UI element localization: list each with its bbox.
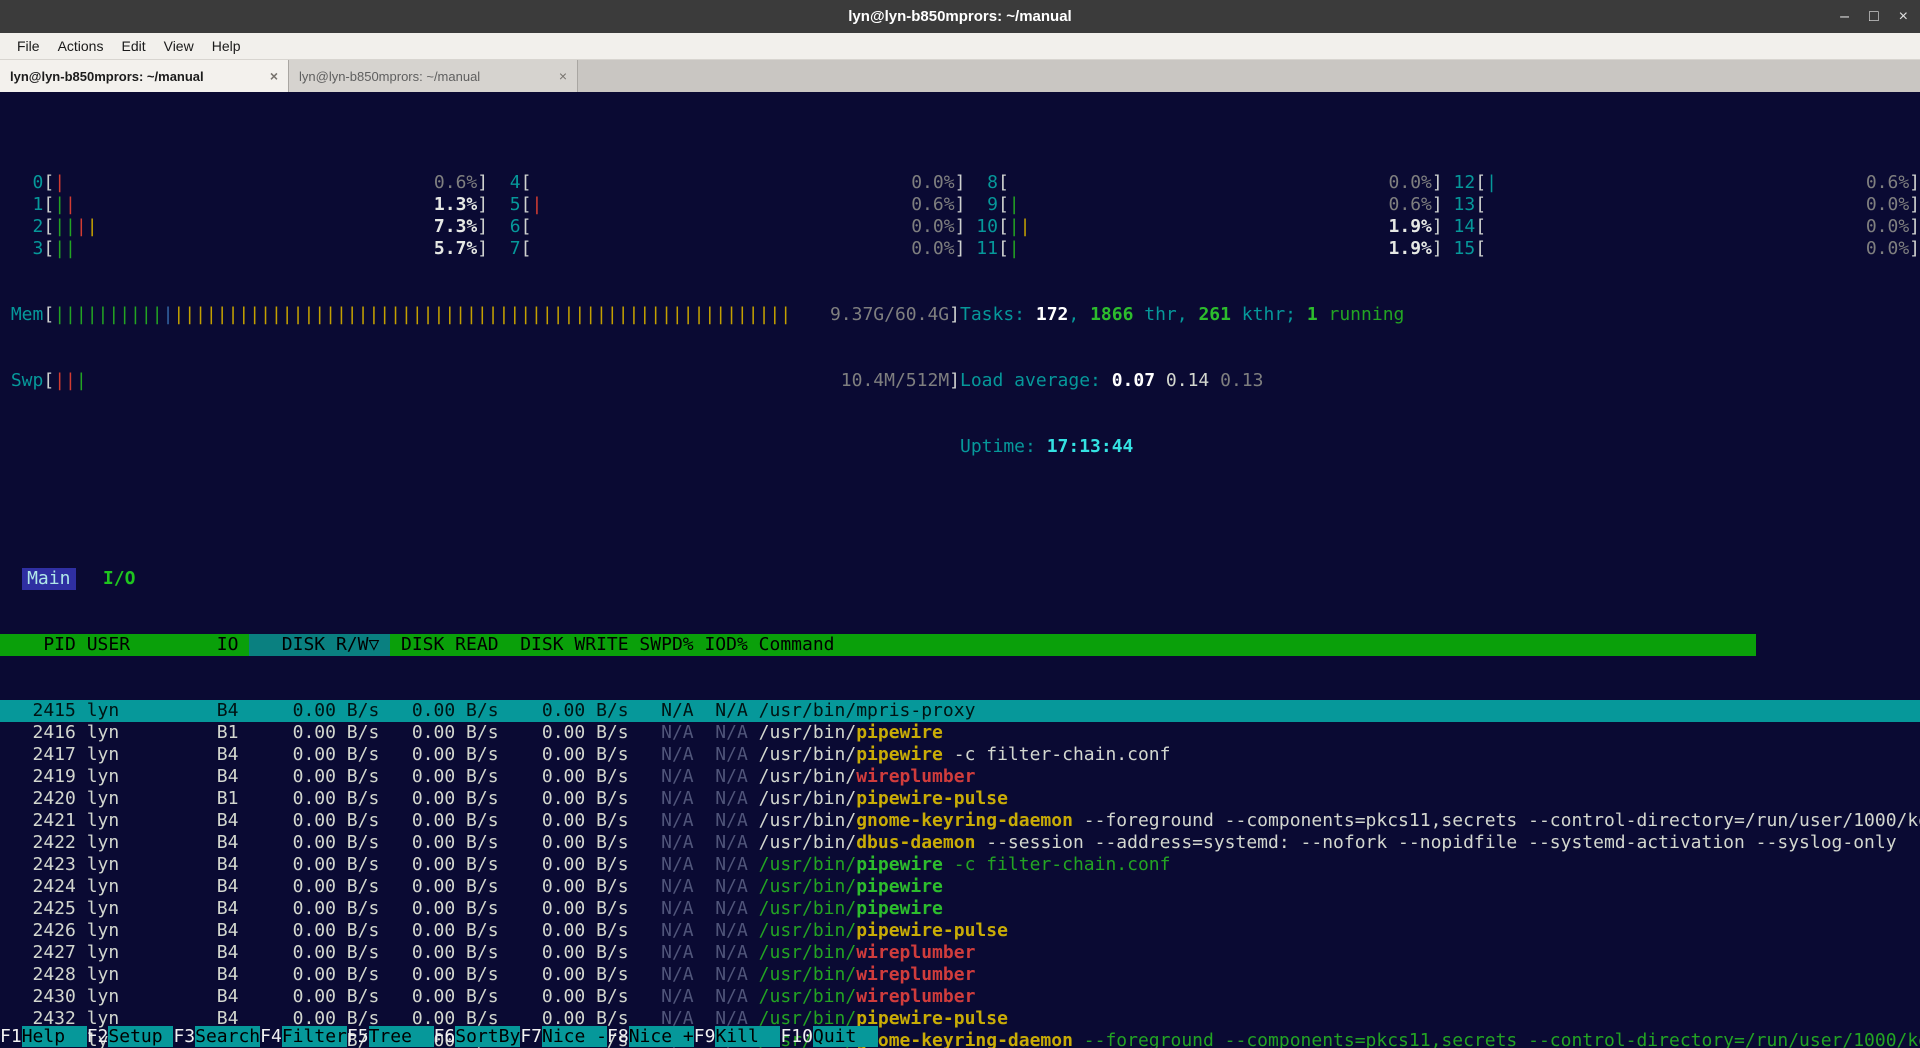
column-header-diskrw[interactable]: DISK R/W▽ bbox=[249, 634, 390, 656]
fkey-f10[interactable]: F10Quit bbox=[780, 1026, 878, 1047]
column-header-diskwrite[interactable]: DISK WRITE bbox=[509, 634, 628, 656]
process-row[interactable]: 2419 lyn B4 0.00 B/s 0.00 B/s 0.00 B/s N… bbox=[0, 766, 1920, 788]
fkey-f1[interactable]: F1Help bbox=[0, 1026, 87, 1047]
cpu-meter-1: 1[||1.3%] bbox=[11, 194, 488, 216]
process-row[interactable]: 2417 lyn B4 0.00 B/s 0.00 B/s 0.00 B/s N… bbox=[0, 744, 1920, 766]
cpu-meter-3: 3[||5.7%] bbox=[11, 238, 488, 260]
fkey-f9[interactable]: F9Kill bbox=[694, 1026, 781, 1047]
process-row[interactable]: 2426 lyn B4 0.00 B/s 0.00 B/s 0.00 B/s N… bbox=[0, 920, 1920, 942]
column-header-command[interactable]: Command bbox=[759, 634, 835, 656]
cpu-meter-4: 4[0.0%] bbox=[488, 172, 965, 194]
minimize-icon[interactable]: – bbox=[1840, 8, 1849, 26]
column-header-pid[interactable]: PID bbox=[0, 634, 87, 656]
column-header-io[interactable]: IO bbox=[195, 634, 249, 656]
tab-title: lyn@lyn-b850mprors: ~/manual bbox=[10, 69, 204, 84]
process-row[interactable]: 2416 lyn B1 0.00 B/s 0.00 B/s 0.00 B/s N… bbox=[0, 722, 1920, 744]
cpu-meter-10: 10[||1.9%] bbox=[965, 216, 1442, 238]
cpu-meter-6: 6[0.0%] bbox=[488, 216, 965, 238]
swap-meter: Swp[|||10.4M/512M] bbox=[0, 370, 960, 392]
screen-tab-io[interactable]: I/O bbox=[98, 568, 141, 590]
tasks-summary: Tasks: 172, 1866 thr, 261 kthr; 1 runnin… bbox=[960, 304, 1920, 326]
fkey-f5[interactable]: F5Tree bbox=[347, 1026, 434, 1047]
window-title: lyn@lyn-b850mprors: ~/manual bbox=[848, 8, 1071, 25]
process-row[interactable]: 2425 lyn B4 0.00 B/s 0.00 B/s 0.00 B/s N… bbox=[0, 898, 1920, 920]
cpu-meter-12: 12[|0.6%] bbox=[1443, 172, 1920, 194]
window-controls: – □ × bbox=[1840, 0, 1908, 33]
cpu-meter-14: 14[0.0%] bbox=[1443, 216, 1920, 238]
function-bar: F1Help F2Setup F3SearchF4FilterF5Tree F6… bbox=[0, 1026, 1920, 1048]
load-average: Load average: 0.07 0.14 0.13 bbox=[960, 370, 1920, 392]
screen-tabs: Main I/O bbox=[0, 568, 1920, 590]
process-row[interactable]: 2428 lyn B4 0.00 B/s 0.00 B/s 0.00 B/s N… bbox=[0, 964, 1920, 986]
column-header-swpd[interactable]: SWPD% bbox=[629, 634, 694, 656]
fkey-f7[interactable]: F7Nice - bbox=[520, 1026, 607, 1047]
tab-close-icon[interactable]: × bbox=[262, 68, 278, 84]
tab-bar: lyn@lyn-b850mprors: ~/manual×lyn@lyn-b85… bbox=[0, 60, 1920, 92]
column-header-diskread[interactable]: DISK READ bbox=[390, 634, 509, 656]
menu-file[interactable]: File bbox=[8, 38, 49, 54]
mem-meter: Mem[||||||||||||||||||||||||||||||||||||… bbox=[11, 304, 960, 326]
terminal-tab-1[interactable]: lyn@lyn-b850mprors: ~/manual × bbox=[0, 60, 289, 92]
process-row[interactable]: 2424 lyn B4 0.00 B/s 0.00 B/s 0.00 B/s N… bbox=[0, 876, 1920, 898]
fkey-f3[interactable]: F3Search bbox=[173, 1026, 260, 1047]
cpu-meter-8: 8[0.0%] bbox=[965, 172, 1442, 194]
cpu-meter-2: 2[||||7.3%] bbox=[11, 216, 488, 238]
process-row[interactable]: 2421 lyn B4 0.00 B/s 0.00 B/s 0.00 B/s N… bbox=[0, 810, 1920, 832]
fkey-f6[interactable]: F6SortBy bbox=[434, 1026, 521, 1047]
terminal-htop: 0[|0.6%] 4[0.0%] 8[0.0%] 12[|0.6%] 1[||1… bbox=[0, 92, 1920, 1048]
swp-meter: Swp[|||10.4M/512M] bbox=[11, 370, 960, 392]
process-row[interactable]: 2415 lyn B4 0.00 B/s 0.00 B/s 0.00 B/s N… bbox=[0, 700, 1920, 722]
window-titlebar[interactable]: lyn@lyn-b850mprors: ~/manual – □ × bbox=[0, 0, 1920, 33]
column-header-user[interactable]: USER bbox=[87, 634, 195, 656]
process-row[interactable]: 2422 lyn B4 0.00 B/s 0.00 B/s 0.00 B/s N… bbox=[0, 832, 1920, 854]
cpu-meter-11: 11[|1.9%] bbox=[965, 238, 1442, 260]
cpu-meter-7: 7[0.0%] bbox=[488, 238, 965, 260]
tab-close-icon[interactable]: × bbox=[551, 68, 567, 84]
process-row[interactable]: 2420 lyn B1 0.00 B/s 0.00 B/s 0.00 B/s N… bbox=[0, 788, 1920, 810]
cpu-meter-0: 0[|0.6%] bbox=[11, 172, 488, 194]
cpu-meter-13: 13[0.0%] bbox=[1443, 194, 1920, 216]
cpu-meter-15: 15[0.0%] bbox=[1443, 238, 1920, 260]
uptime: Uptime: 17:13:44 bbox=[960, 436, 1920, 458]
terminal-tab-2[interactable]: lyn@lyn-b850mprors: ~/manual × bbox=[289, 60, 578, 92]
menu-help[interactable]: Help bbox=[203, 38, 250, 54]
screen-tab-main[interactable]: Main bbox=[22, 568, 76, 590]
process-table: 2415 lyn B4 0.00 B/s 0.00 B/s 0.00 B/s N… bbox=[0, 700, 1920, 1048]
cpu-meters: 0[|0.6%] 4[0.0%] 8[0.0%] 12[|0.6%] 1[||1… bbox=[0, 172, 1920, 260]
memory-meter: Mem[||||||||||||||||||||||||||||||||||||… bbox=[0, 304, 960, 326]
menu-bar: FileActionsEditViewHelp bbox=[0, 33, 1920, 60]
cpu-meter-9: 9[|0.6%] bbox=[965, 194, 1442, 216]
menu-edit[interactable]: Edit bbox=[112, 38, 154, 54]
table-header[interactable]: PID USER IO DISK R/W▽ DISK READ DISK WRI… bbox=[0, 634, 1756, 656]
process-row[interactable]: 2423 lyn B4 0.00 B/s 0.00 B/s 0.00 B/s N… bbox=[0, 854, 1920, 876]
tab-title: lyn@lyn-b850mprors: ~/manual bbox=[299, 69, 480, 84]
process-row[interactable]: 2427 lyn B4 0.00 B/s 0.00 B/s 0.00 B/s N… bbox=[0, 942, 1920, 964]
fkey-f8[interactable]: F8Nice + bbox=[607, 1026, 694, 1047]
process-row[interactable]: 2430 lyn B4 0.00 B/s 0.00 B/s 0.00 B/s N… bbox=[0, 986, 1920, 1008]
menu-actions[interactable]: Actions bbox=[49, 38, 113, 54]
fkey-f4[interactable]: F4Filter bbox=[260, 1026, 347, 1047]
column-header-iod[interactable]: IOD% bbox=[694, 634, 759, 656]
maximize-icon[interactable]: □ bbox=[1869, 8, 1879, 26]
cpu-meter-5: 5[|0.6%] bbox=[488, 194, 965, 216]
fkey-f2[interactable]: F2Setup bbox=[87, 1026, 174, 1047]
close-icon[interactable]: × bbox=[1899, 8, 1908, 26]
menu-view[interactable]: View bbox=[155, 38, 203, 54]
